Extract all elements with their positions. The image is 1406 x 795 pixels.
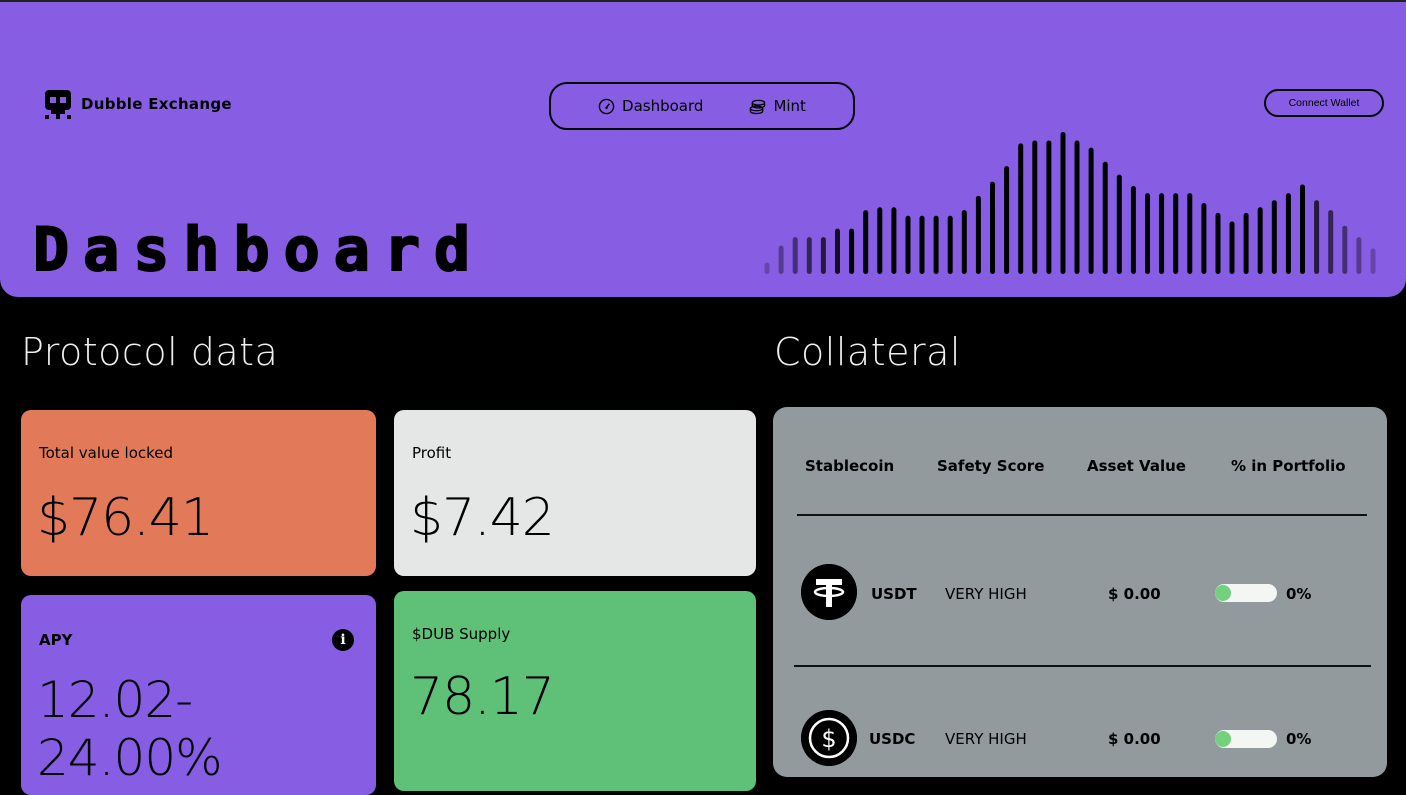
decor-bar xyxy=(1215,212,1221,274)
coin-name: USDC xyxy=(869,730,916,748)
collateral-section-title: Collateral xyxy=(774,330,961,374)
tvl-value: $76.41 xyxy=(37,488,214,548)
decor-bar xyxy=(1130,186,1136,274)
page-title: Dashboard xyxy=(32,215,485,285)
usdc-icon: $ xyxy=(801,710,857,766)
decor-bar xyxy=(1342,225,1348,274)
col-header-safety: Safety Score xyxy=(937,457,1045,475)
decor-bar xyxy=(1229,221,1235,274)
supply-value: 78.17 xyxy=(410,667,555,727)
safety-score: VERY HIGH xyxy=(945,730,1027,748)
decor-bar xyxy=(1356,237,1362,274)
decor-bar xyxy=(1201,203,1207,274)
decor-bar xyxy=(1370,248,1376,274)
decor-bar xyxy=(778,245,784,274)
coins-icon xyxy=(750,99,766,114)
decor-bar xyxy=(1116,174,1122,274)
decor-bar xyxy=(849,228,855,274)
skull-icon xyxy=(45,90,71,119)
tvl-card: Total value locked $76.41 xyxy=(21,410,376,576)
decor-bar xyxy=(1060,132,1066,274)
decor-bar xyxy=(1187,193,1193,274)
decor-bar xyxy=(947,215,953,274)
info-icon[interactable]: i xyxy=(332,629,354,651)
profit-label: Profit xyxy=(412,444,452,462)
profit-value: $7.42 xyxy=(410,488,555,548)
coin-name: USDT xyxy=(871,585,917,603)
collateral-table: Stablecoin Safety Score Asset Value % in… xyxy=(773,407,1387,777)
apy-label: APY xyxy=(39,631,73,649)
portfolio-percent: 0% xyxy=(1286,730,1312,748)
portfolio-percent: 0% xyxy=(1286,585,1312,603)
decorative-bar-graphic xyxy=(764,132,1376,274)
decor-bar xyxy=(891,207,897,274)
decor-bar xyxy=(1314,200,1320,274)
tvl-label: Total value locked xyxy=(39,444,174,462)
main-nav: Dashboard Mint xyxy=(549,82,855,130)
decor-bar xyxy=(1102,161,1108,274)
decor-bar xyxy=(792,237,798,274)
supply-label: $DUB Supply xyxy=(412,625,511,643)
decor-bar xyxy=(975,195,981,274)
protocol-section-title: Protocol data xyxy=(21,330,279,374)
decor-bar xyxy=(1018,143,1024,274)
decor-bar xyxy=(990,181,995,274)
apy-value: 12.02-24.00% xyxy=(37,671,223,787)
decor-bar xyxy=(919,215,925,274)
decor-bar xyxy=(1285,193,1291,274)
asset-value: $ 0.00 xyxy=(1108,730,1161,748)
decor-bar xyxy=(1145,193,1150,274)
decor-bar xyxy=(863,210,869,274)
brand-name: Dubble Exchange xyxy=(81,95,232,113)
nav-mint-label: Mint xyxy=(773,97,806,115)
profit-card: Profit $7.42 xyxy=(394,410,756,576)
asset-value: $ 0.00 xyxy=(1108,585,1161,603)
decor-bar xyxy=(835,228,840,274)
nav-dashboard-label: Dashboard xyxy=(622,97,704,115)
decor-bar xyxy=(1032,140,1038,274)
decor-bar xyxy=(905,215,911,274)
col-header-portfolio: % in Portfolio xyxy=(1231,457,1346,475)
nav-mint[interactable]: Mint xyxy=(749,97,806,115)
portfolio-share-bar xyxy=(1215,730,1277,748)
decor-bar xyxy=(1300,184,1305,274)
decor-bar xyxy=(764,262,770,274)
decor-bar xyxy=(1271,200,1277,274)
col-header-stablecoin: Stablecoin xyxy=(805,457,895,475)
tether-icon xyxy=(801,564,857,620)
decor-bar xyxy=(1257,207,1263,274)
decor-bar xyxy=(933,215,939,274)
decor-bar xyxy=(1004,166,1010,274)
share-bar-knob xyxy=(1215,731,1231,747)
decor-bar xyxy=(806,237,812,274)
svg-text:$: $ xyxy=(821,725,836,753)
decor-bar xyxy=(1243,212,1249,274)
portfolio-share-bar xyxy=(1215,584,1277,602)
decor-bar xyxy=(961,210,967,274)
decor-bar xyxy=(1159,193,1165,274)
decor-bar xyxy=(1328,210,1334,274)
decor-bar xyxy=(877,207,883,274)
header-divider xyxy=(797,514,1367,516)
decor-bar xyxy=(1074,140,1080,274)
hero-banner: Dubble Exchange Dashboard Mint Connect W… xyxy=(0,0,1406,297)
row-divider xyxy=(794,665,1371,667)
brand-logo[interactable]: Dubble Exchange xyxy=(43,88,232,120)
decor-bar xyxy=(1173,193,1179,274)
apy-card: APY i 12.02-24.00% xyxy=(21,595,376,795)
decor-bar xyxy=(1046,140,1052,274)
share-bar-knob xyxy=(1215,585,1231,601)
decor-bar xyxy=(1088,147,1094,274)
nav-dashboard[interactable]: Dashboard xyxy=(598,97,703,115)
connect-wallet-button[interactable]: Connect Wallet xyxy=(1264,89,1384,117)
gauge-icon xyxy=(598,98,615,114)
decor-bar xyxy=(820,237,826,274)
col-header-value: Asset Value xyxy=(1087,457,1186,475)
safety-score: VERY HIGH xyxy=(945,585,1027,603)
supply-card: $DUB Supply 78.17 xyxy=(394,591,756,791)
